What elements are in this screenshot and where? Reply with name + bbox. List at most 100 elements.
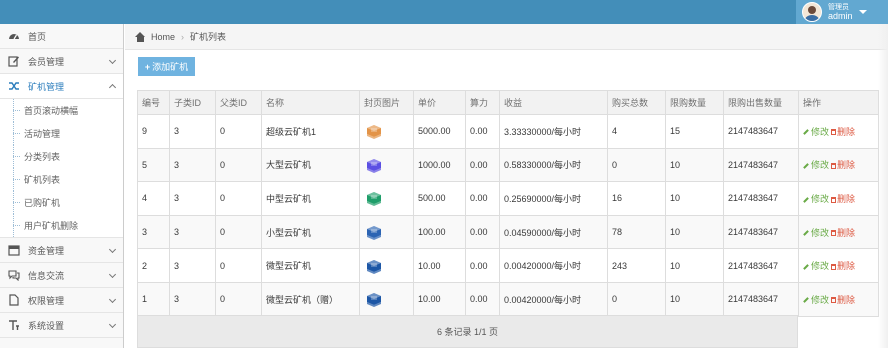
cell-sell-limit: 2147483647: [723, 147, 799, 183]
cell-actions: 修改 删除: [798, 147, 879, 183]
breadcrumb: Home › 矿机列表: [125, 24, 888, 50]
edit-link[interactable]: 修改: [803, 228, 829, 238]
cell-sub-id: 3: [169, 147, 216, 183]
cell-id: 3: [137, 214, 170, 250]
cell-total: 0: [607, 281, 666, 317]
pencil-icon: [803, 263, 809, 270]
cell-sub-id: 3: [169, 114, 216, 149]
cell-price: 100.00: [413, 214, 466, 250]
add-miner-button[interactable]: + 添加矿机: [138, 57, 195, 76]
breadcrumb-current: 矿机列表: [190, 32, 227, 42]
cell-name: 微型云矿机（赠）: [261, 281, 360, 317]
sidebar-item-members[interactable]: 会员管理: [0, 49, 123, 74]
cell-power: 0.00: [465, 181, 500, 216]
submenu-item-categories[interactable]: 分类列表: [0, 145, 123, 168]
caret-down-icon: [858, 10, 867, 14]
chevron-up-icon: [108, 83, 117, 92]
cell-total: 16: [607, 181, 666, 216]
delete-link[interactable]: 删除: [831, 261, 855, 271]
submenu-item-purchased[interactable]: 已购矿机: [0, 191, 123, 214]
table-row: 9 3 0 超级云矿机1 5000.00 0.00 3.33330000/每小时 4 15 214…: [137, 114, 879, 149]
sidebar-item-miners[interactable]: 矿机管理: [0, 74, 123, 99]
trash-icon: [831, 196, 837, 203]
cell-income: 0.00420000/每小时: [499, 248, 608, 283]
user-name: admin: [828, 11, 853, 21]
cell-parent-id: 0: [215, 181, 262, 216]
cell-price: 5000.00: [413, 114, 466, 149]
delete-link[interactable]: 删除: [831, 194, 855, 204]
cell-cover: [359, 281, 414, 317]
edit-link[interactable]: 修改: [803, 160, 829, 170]
cell-parent-id: 0: [215, 147, 262, 183]
miner-chip-icon: [367, 158, 381, 173]
pencil-icon: [803, 129, 809, 136]
edit-link[interactable]: 修改: [803, 261, 829, 271]
edit-link[interactable]: 修改: [803, 194, 829, 204]
cell-total: 78: [607, 214, 666, 250]
home-icon: [135, 31, 146, 42]
trash-icon: [831, 230, 837, 237]
chevron-down-icon: [108, 295, 117, 304]
sidebar-item-label: 资金管理: [28, 245, 65, 256]
avatar: [802, 2, 822, 22]
col-header-limit: 限购数量: [665, 90, 724, 115]
trash-icon: [831, 163, 837, 170]
cell-power: 0.00: [465, 147, 500, 183]
delete-link[interactable]: 删除: [831, 228, 855, 238]
edit-icon: [8, 55, 20, 67]
cell-sell-limit: 2147483647: [723, 214, 799, 250]
submenu-item-activities[interactable]: 活动管理: [0, 122, 123, 145]
cell-power: 0.00: [465, 248, 500, 283]
submenu-item-miner-list[interactable]: 矿机列表: [0, 168, 123, 191]
delete-link[interactable]: 删除: [831, 295, 855, 305]
user-menu[interactable]: 管理员 admin: [796, 0, 888, 24]
sidebar-item-messages[interactable]: 信息交流: [0, 263, 123, 288]
pencil-icon: [803, 230, 809, 237]
delete-link[interactable]: 删除: [831, 160, 855, 170]
sidebar-item-finance[interactable]: 资金管理: [0, 238, 123, 263]
cell-actions: 修改 删除: [798, 248, 879, 283]
table-row: 2 3 0 微型云矿机 10.00 0.00 0.00420000/每小时 243 10 2147…: [137, 248, 879, 283]
col-header-id: 编号: [137, 90, 170, 115]
col-header-sell-limit: 限购出售数量: [723, 90, 799, 115]
add-miner-label: 添加矿机: [152, 62, 189, 72]
cell-parent-id: 0: [215, 248, 262, 283]
col-header-price: 单价: [413, 90, 466, 115]
cell-limit: 10: [665, 281, 724, 317]
table-header-row: 编号 子类ID 父类ID 名称 封页图片 单价 算力 收益 购买总数 限购数量 …: [137, 90, 879, 115]
submenu-item-user-miner-delete[interactable]: 用户矿机删除: [0, 214, 123, 237]
cell-sell-limit: 2147483647: [723, 281, 799, 317]
cell-limit: 10: [665, 248, 724, 283]
sidebar-item-settings[interactable]: 系统设置: [0, 313, 123, 338]
cell-sub-id: 3: [169, 181, 216, 216]
breadcrumb-home-link[interactable]: Home: [151, 32, 175, 42]
calendar-icon: [8, 244, 20, 256]
cell-limit: 10: [665, 181, 724, 216]
edit-link[interactable]: 修改: [803, 295, 829, 305]
cell-total: 4: [607, 114, 666, 149]
cell-price: 10.00: [413, 248, 466, 283]
delete-link[interactable]: 删除: [831, 127, 855, 137]
cell-limit: 15: [665, 114, 724, 149]
cell-name: 大型云矿机: [261, 147, 360, 183]
cell-cover: [359, 114, 414, 149]
edit-link[interactable]: 修改: [803, 127, 829, 137]
cell-parent-id: 0: [215, 281, 262, 317]
miner-table-wrap: 编号 子类ID 父类ID 名称 封页图片 单价 算力 收益 购买总数 限购数量 …: [137, 90, 879, 317]
chevron-right-icon: ›: [181, 31, 185, 42]
sidebar-item-permissions[interactable]: 权限管理: [0, 288, 123, 313]
cell-parent-id: 0: [215, 214, 262, 250]
cell-actions: 修改 删除: [798, 214, 879, 250]
trash-icon: [831, 297, 837, 304]
cell-actions: 修改 删除: [798, 281, 879, 317]
chevron-down-icon: [108, 270, 117, 279]
cell-total: 0: [607, 147, 666, 183]
submenu-item-banner[interactable]: 首页滚动横幅: [0, 99, 123, 122]
table-row: 1 3 0 微型云矿机（赠） 10.00 0.00 0.00420000/每小时 0 10 214…: [137, 281, 879, 317]
miner-chip-icon: [367, 192, 381, 207]
sidebar-item-home[interactable]: 首页: [0, 24, 123, 49]
chevron-down-icon: [108, 320, 117, 329]
trash-icon: [831, 263, 837, 270]
cell-limit: 10: [665, 214, 724, 250]
miner-table: 编号 子类ID 父类ID 名称 封页图片 单价 算力 收益 购买总数 限购数量 …: [137, 90, 879, 317]
